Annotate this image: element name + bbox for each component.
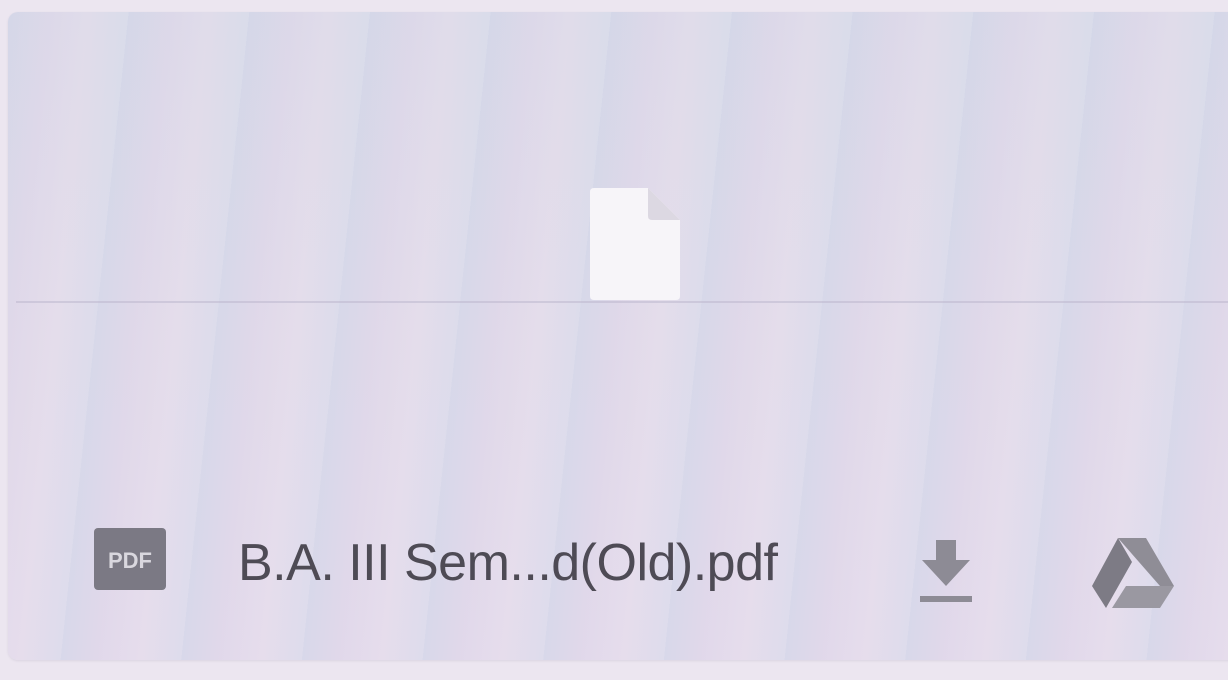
screen: PDF B.A. III Sem...d(Old).pdf xyxy=(0,0,1228,680)
attachment-card[interactable]: PDF B.A. III Sem...d(Old).pdf xyxy=(8,12,1228,660)
download-button[interactable] xyxy=(914,536,978,606)
pdf-icon: PDF xyxy=(94,528,166,590)
attachment-preview[interactable] xyxy=(8,12,1228,302)
google-drive-icon xyxy=(1092,538,1174,608)
download-icon xyxy=(920,540,972,602)
attachment-footer: PDF B.A. III Sem...d(Old).pdf xyxy=(16,512,1228,652)
file-name: B.A. III Sem...d(Old).pdf xyxy=(238,534,778,592)
pdf-badge-label: PDF xyxy=(108,548,152,573)
save-to-drive-button[interactable] xyxy=(1088,534,1178,616)
preview-divider xyxy=(16,301,1228,303)
document-icon xyxy=(590,188,680,300)
